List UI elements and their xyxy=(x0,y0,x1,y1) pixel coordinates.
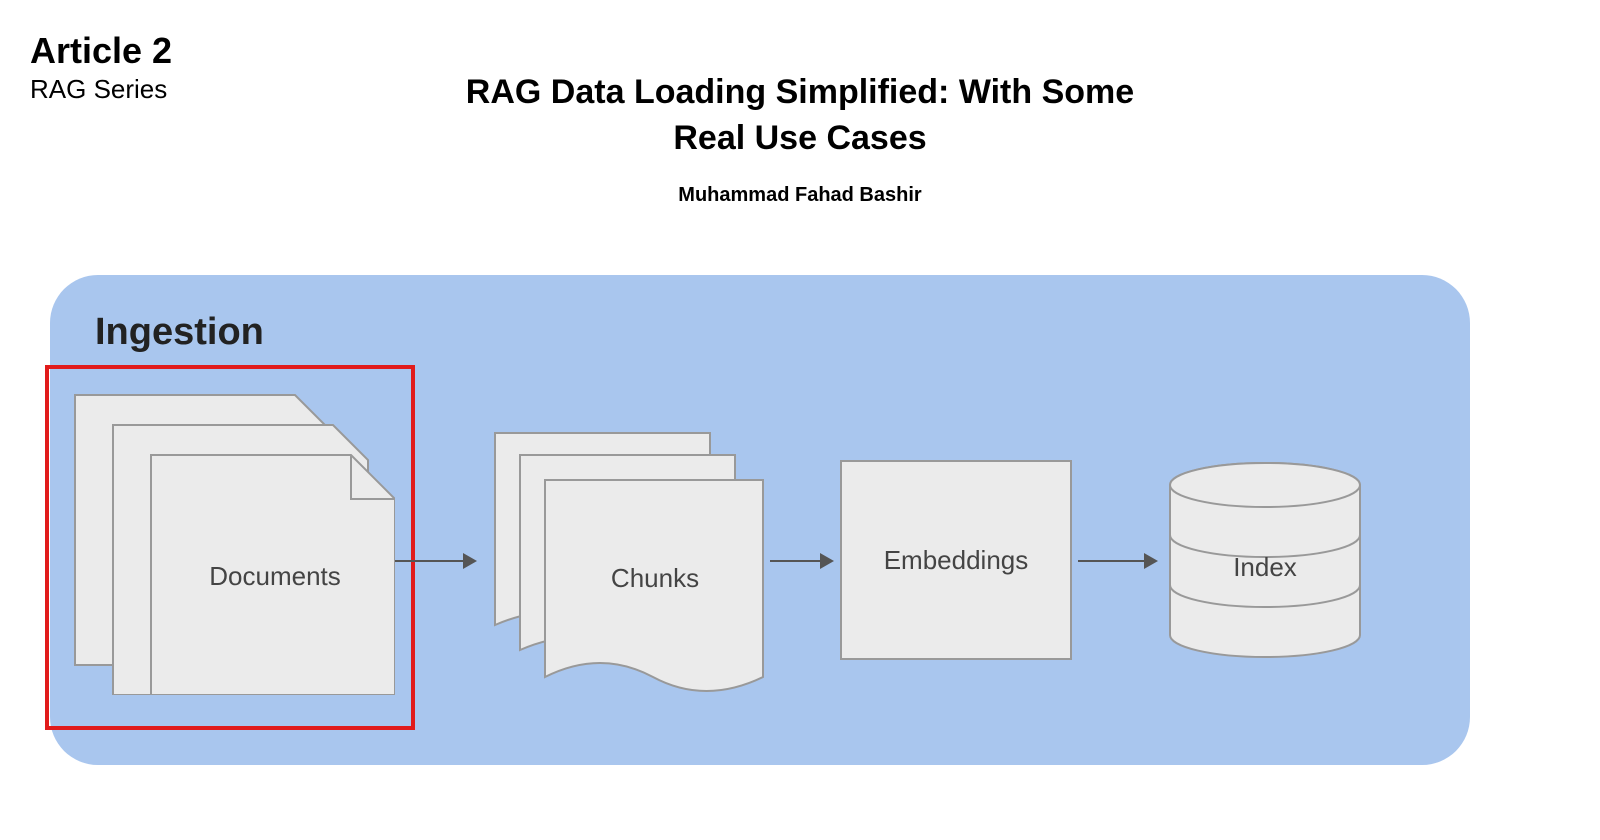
ingestion-label: Ingestion xyxy=(95,311,264,354)
chunks-stack-icon xyxy=(495,433,763,691)
document-stack-icon xyxy=(75,395,395,695)
embeddings-label: Embeddings xyxy=(884,545,1029,576)
documents-label: Documents xyxy=(209,561,341,591)
arrow-chunks-to-embeddings xyxy=(770,560,832,562)
header-block: Article 2 RAG Series xyxy=(30,30,172,105)
documents-node: Documents xyxy=(65,385,395,695)
ingestion-diagram-panel: Ingestion Documents Chunks Embeddings xyxy=(50,275,1470,765)
arrow-embeddings-to-index xyxy=(1078,560,1156,562)
author-name: Muhammad Fahad Bashir xyxy=(450,184,1150,207)
article-number: Article 2 xyxy=(30,30,172,72)
index-node: Index xyxy=(1165,460,1365,660)
series-name: RAG Series xyxy=(30,74,172,105)
title-block: RAG Data Loading Simplified: With Some R… xyxy=(450,70,1150,207)
chunks-node: Chunks xyxy=(485,425,765,695)
index-label: Index xyxy=(1233,552,1297,582)
arrow-documents-to-chunks xyxy=(395,560,475,562)
embeddings-node: Embeddings xyxy=(840,460,1072,660)
main-title: RAG Data Loading Simplified: With Some R… xyxy=(450,70,1150,162)
chunks-label: Chunks xyxy=(611,563,699,593)
